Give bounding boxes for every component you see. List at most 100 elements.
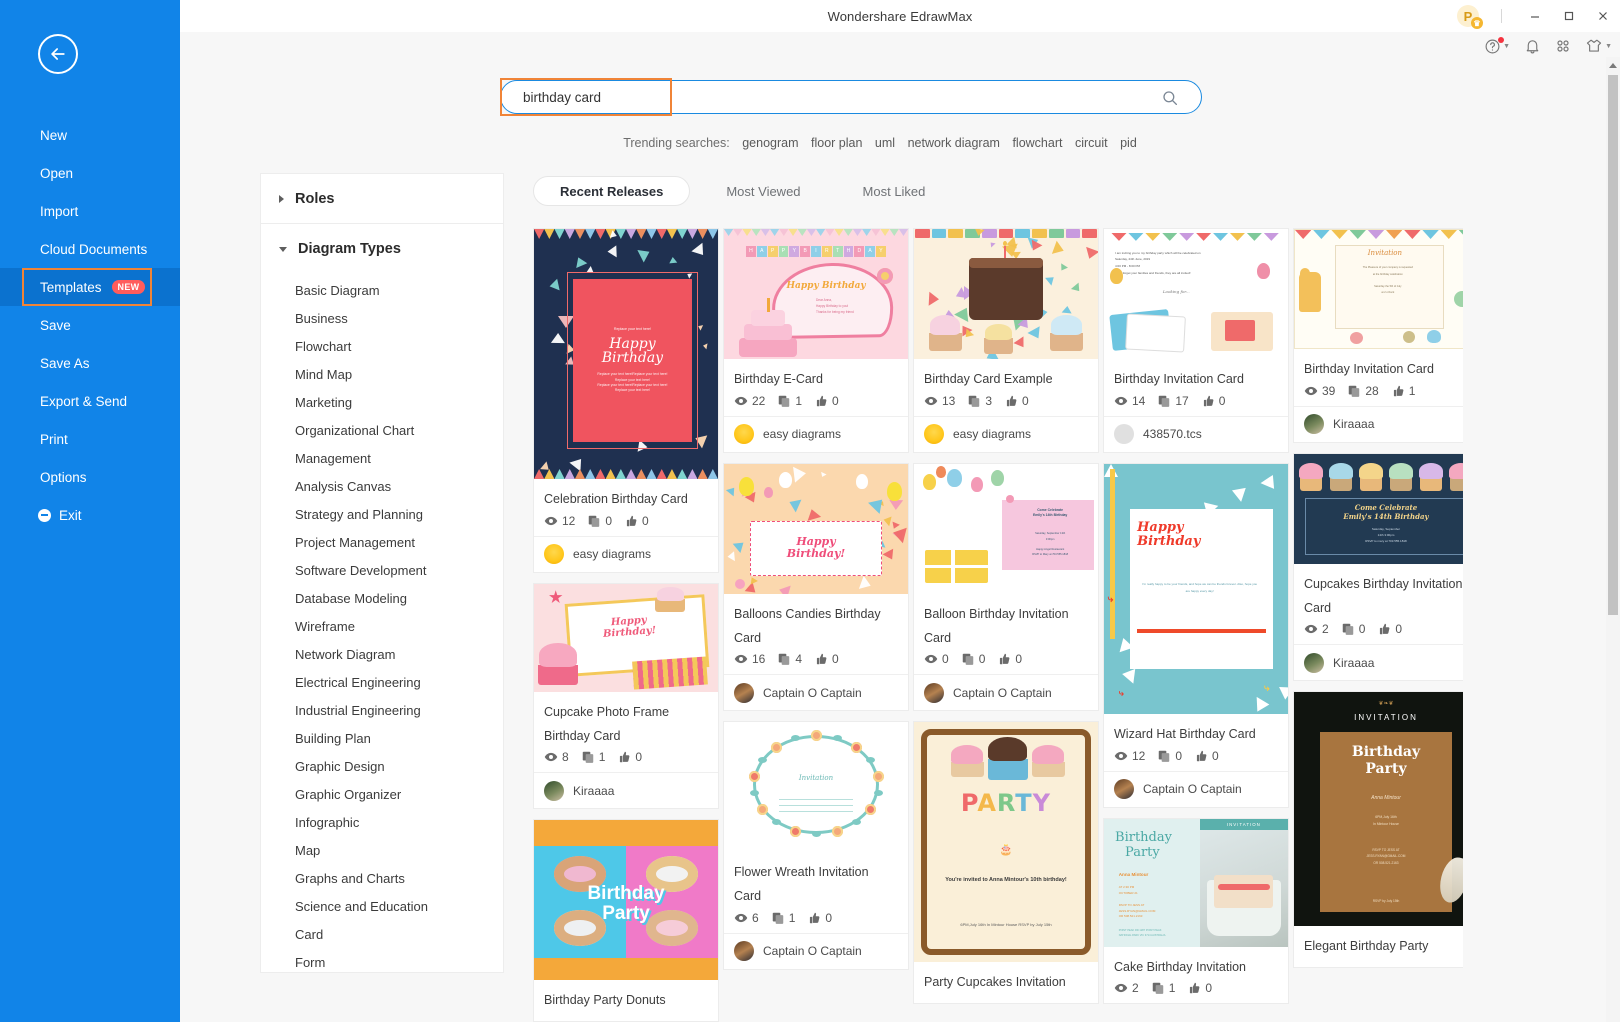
template-author[interactable]: Kiraaaa [1294,405,1463,442]
search-icon[interactable] [1161,89,1179,112]
template-thumbnail[interactable]: INVITATION Birthday Party Anna Mintour AT 2:… [1104,818,1288,947]
category-item-marketing[interactable]: Marketing [261,388,503,416]
template-thumbnail[interactable]: PARTY 🎂 You're invited to Anna Mintour's 1… [914,722,1098,963]
template-author[interactable]: Kiraaaa [1294,644,1463,680]
help-button[interactable]: ▼ [1484,36,1510,55]
template-thumbnail[interactable]: Invitation [724,722,908,853]
scroll-up-button[interactable] [1606,57,1620,73]
theme-button[interactable]: ▼ [1585,38,1612,54]
trending-item-network-diagram[interactable]: network diagram [908,136,1000,150]
category-item-mind-map[interactable]: Mind Map [261,360,503,388]
sidebar-item-save-as[interactable]: Save As [0,344,180,382]
trending-item-genogram[interactable]: genogram [742,136,798,150]
category-group-roles[interactable]: Roles [261,174,503,224]
scrollbar-thumb[interactable] [1608,75,1618,615]
category-group-diagram-types[interactable]: Diagram Types [261,224,503,274]
vertical-scrollbar[interactable] [1606,57,1620,1022]
template-thumbnail[interactable]: Come Celebrate Emily's 14th Birthday Satur… [914,463,1098,594]
sidebar-item-new[interactable]: New [0,116,180,154]
category-item-graphic-design[interactable]: Graphic Design [261,752,503,780]
template-thumbnail[interactable]: H A P P Y B I R T H D A Y Happy Birthday Dear Anna, Hap… [724,229,908,359]
template-author[interactable]: easy diagrams [534,535,718,572]
trending-item-uml[interactable]: uml [875,136,895,150]
template-author[interactable]: Captain O Captain [724,932,908,969]
category-item-flowchart[interactable]: Flowchart [261,332,503,360]
notifications-button[interactable] [1524,38,1541,55]
template-card[interactable]: Invitation Flower Wreath Invitation Card 6… [723,721,909,970]
tab-most-viewed[interactable]: Most Viewed [700,176,826,206]
sidebar-item-import[interactable]: Import [0,192,180,230]
sidebar-item-export-send[interactable]: Export & Send [0,382,180,420]
search-input[interactable] [523,89,1123,105]
category-item-network-diagram[interactable]: Network Diagram [261,640,503,668]
category-item-graphic-organizer[interactable]: Graphic Organizer [261,780,503,808]
trending-item-flowchart[interactable]: flowchart [1012,136,1062,150]
category-item-science-and-education[interactable]: Science and Education [261,892,503,920]
template-author[interactable]: 438570.tcs [1104,415,1288,452]
sidebar-item-open[interactable]: Open [0,154,180,192]
template-thumbnail[interactable]: Birthday Party [534,820,718,981]
category-item-basic-diagram[interactable]: Basic Diagram [261,276,503,304]
template-card[interactable]: Happy Birthday I'm really happy to be your… [1103,462,1289,808]
sidebar-item-exit[interactable]: Exit [0,496,180,534]
template-author[interactable]: Kiraaaa [534,772,718,808]
template-thumbnail[interactable]: Happy Birthday! [724,463,908,594]
category-item-database-modeling[interactable]: Database Modeling [261,584,503,612]
template-thumbnail[interactable]: I am inviting you to my birthday party w… [1104,229,1288,359]
template-card[interactable]: H A P P Y B I R T H D A Y Happy Birthday Dear Anna, Hap… [723,228,909,453]
category-item-card[interactable]: Card [261,920,503,948]
category-item-wireframe[interactable]: Wireframe [261,612,503,640]
sidebar-item-print[interactable]: Print [0,420,180,458]
template-card[interactable]: Come Celebrate Emily's 14th Birthday Satur… [1293,452,1463,682]
close-button[interactable] [1586,0,1620,32]
template-card[interactable]: PARTY 🎂 You're invited to Anna Mintour's 1… [913,721,1099,1004]
back-button[interactable] [38,34,78,74]
template-card[interactable]: Come Celebrate Emily's 14th Birthday Satur… [913,462,1099,712]
template-author[interactable]: easy diagrams [914,415,1098,452]
category-item-management[interactable]: Management [261,444,503,472]
template-thumbnail[interactable]: Come Celebrate Emily's 14th Birthday Satur… [1294,453,1463,564]
category-item-infographic[interactable]: Infographic [261,808,503,836]
template-card[interactable]: Birthday Party Birthday Party Donuts [533,819,719,1022]
category-item-electrical-engineering[interactable]: Electrical Engineering [261,668,503,696]
category-item-building-plan[interactable]: Building Plan [261,724,503,752]
template-thumbnail[interactable]: Invitation The Pleasure of your company i… [1294,229,1463,349]
template-thumbnail[interactable] [914,229,1098,359]
category-item-organizational-chart[interactable]: Organizational Chart [261,416,503,444]
template-card[interactable]: ❦❧❦ INVITATION Birthday Party Anna Mintour 6P… [1293,691,1463,968]
apps-button[interactable] [1555,38,1571,54]
category-item-industrial-engineering[interactable]: Industrial Engineering [261,696,503,724]
template-author[interactable]: Captain O Captain [1104,770,1288,807]
sidebar-item-cloud-documents[interactable]: Cloud Documents [0,230,180,268]
template-thumbnail[interactable]: Replace your text here! Happy Birthday Repl… [534,229,718,479]
sidebar-item-templates[interactable]: Templates NEW [0,268,180,306]
template-thumbnail[interactable]: Happy Birthday! [534,583,718,692]
category-item-strategy-and-planning[interactable]: Strategy and Planning [261,500,503,528]
category-item-form[interactable]: Form [261,948,503,976]
trending-item-circuit[interactable]: circuit [1075,136,1108,150]
minimize-button[interactable] [1518,0,1552,32]
template-card[interactable]: Happy Birthday! Balloons Candies Birthday … [723,462,909,712]
maximize-button[interactable] [1552,0,1586,32]
trending-item-floor-plan[interactable]: floor plan [811,136,862,150]
tab-most-liked[interactable]: Most Liked [837,176,952,206]
category-item-graphs-and-charts[interactable]: Graphs and Charts [261,864,503,892]
tab-recent-releases[interactable]: Recent Releases [533,176,691,206]
template-card[interactable]: Replace your text here! Happy Birthday Repl… [533,228,719,573]
sidebar-item-save[interactable]: Save [0,306,180,344]
template-thumbnail[interactable]: ❦❧❦ INVITATION Birthday Party Anna Mintour 6P… [1294,692,1463,927]
template-card[interactable]: Birthday Card Example 13 3 0 easy diagrams [913,228,1099,453]
search-box[interactable] [500,80,1202,114]
category-item-business[interactable]: Business [261,304,503,332]
pro-account-avatar[interactable]: P ♛ [1457,5,1483,29]
template-author[interactable]: Captain O Captain [724,674,908,710]
template-card[interactable]: Happy Birthday! Cupcake Photo Frame Birthd… [533,582,719,810]
template-author[interactable]: Captain O Captain [914,674,1098,710]
template-author[interactable]: easy diagrams [724,415,908,452]
category-item-software-development[interactable]: Software Development [261,556,503,584]
template-card[interactable]: I am inviting you to my birthday party w… [1103,228,1289,453]
category-item-analysis-canvas[interactable]: Analysis Canvas [261,472,503,500]
category-item-project-management[interactable]: Project Management [261,528,503,556]
sidebar-item-options[interactable]: Options [0,458,180,496]
template-card[interactable]: INVITATION Birthday Party Anna Mintour AT 2:… [1103,817,1289,1005]
